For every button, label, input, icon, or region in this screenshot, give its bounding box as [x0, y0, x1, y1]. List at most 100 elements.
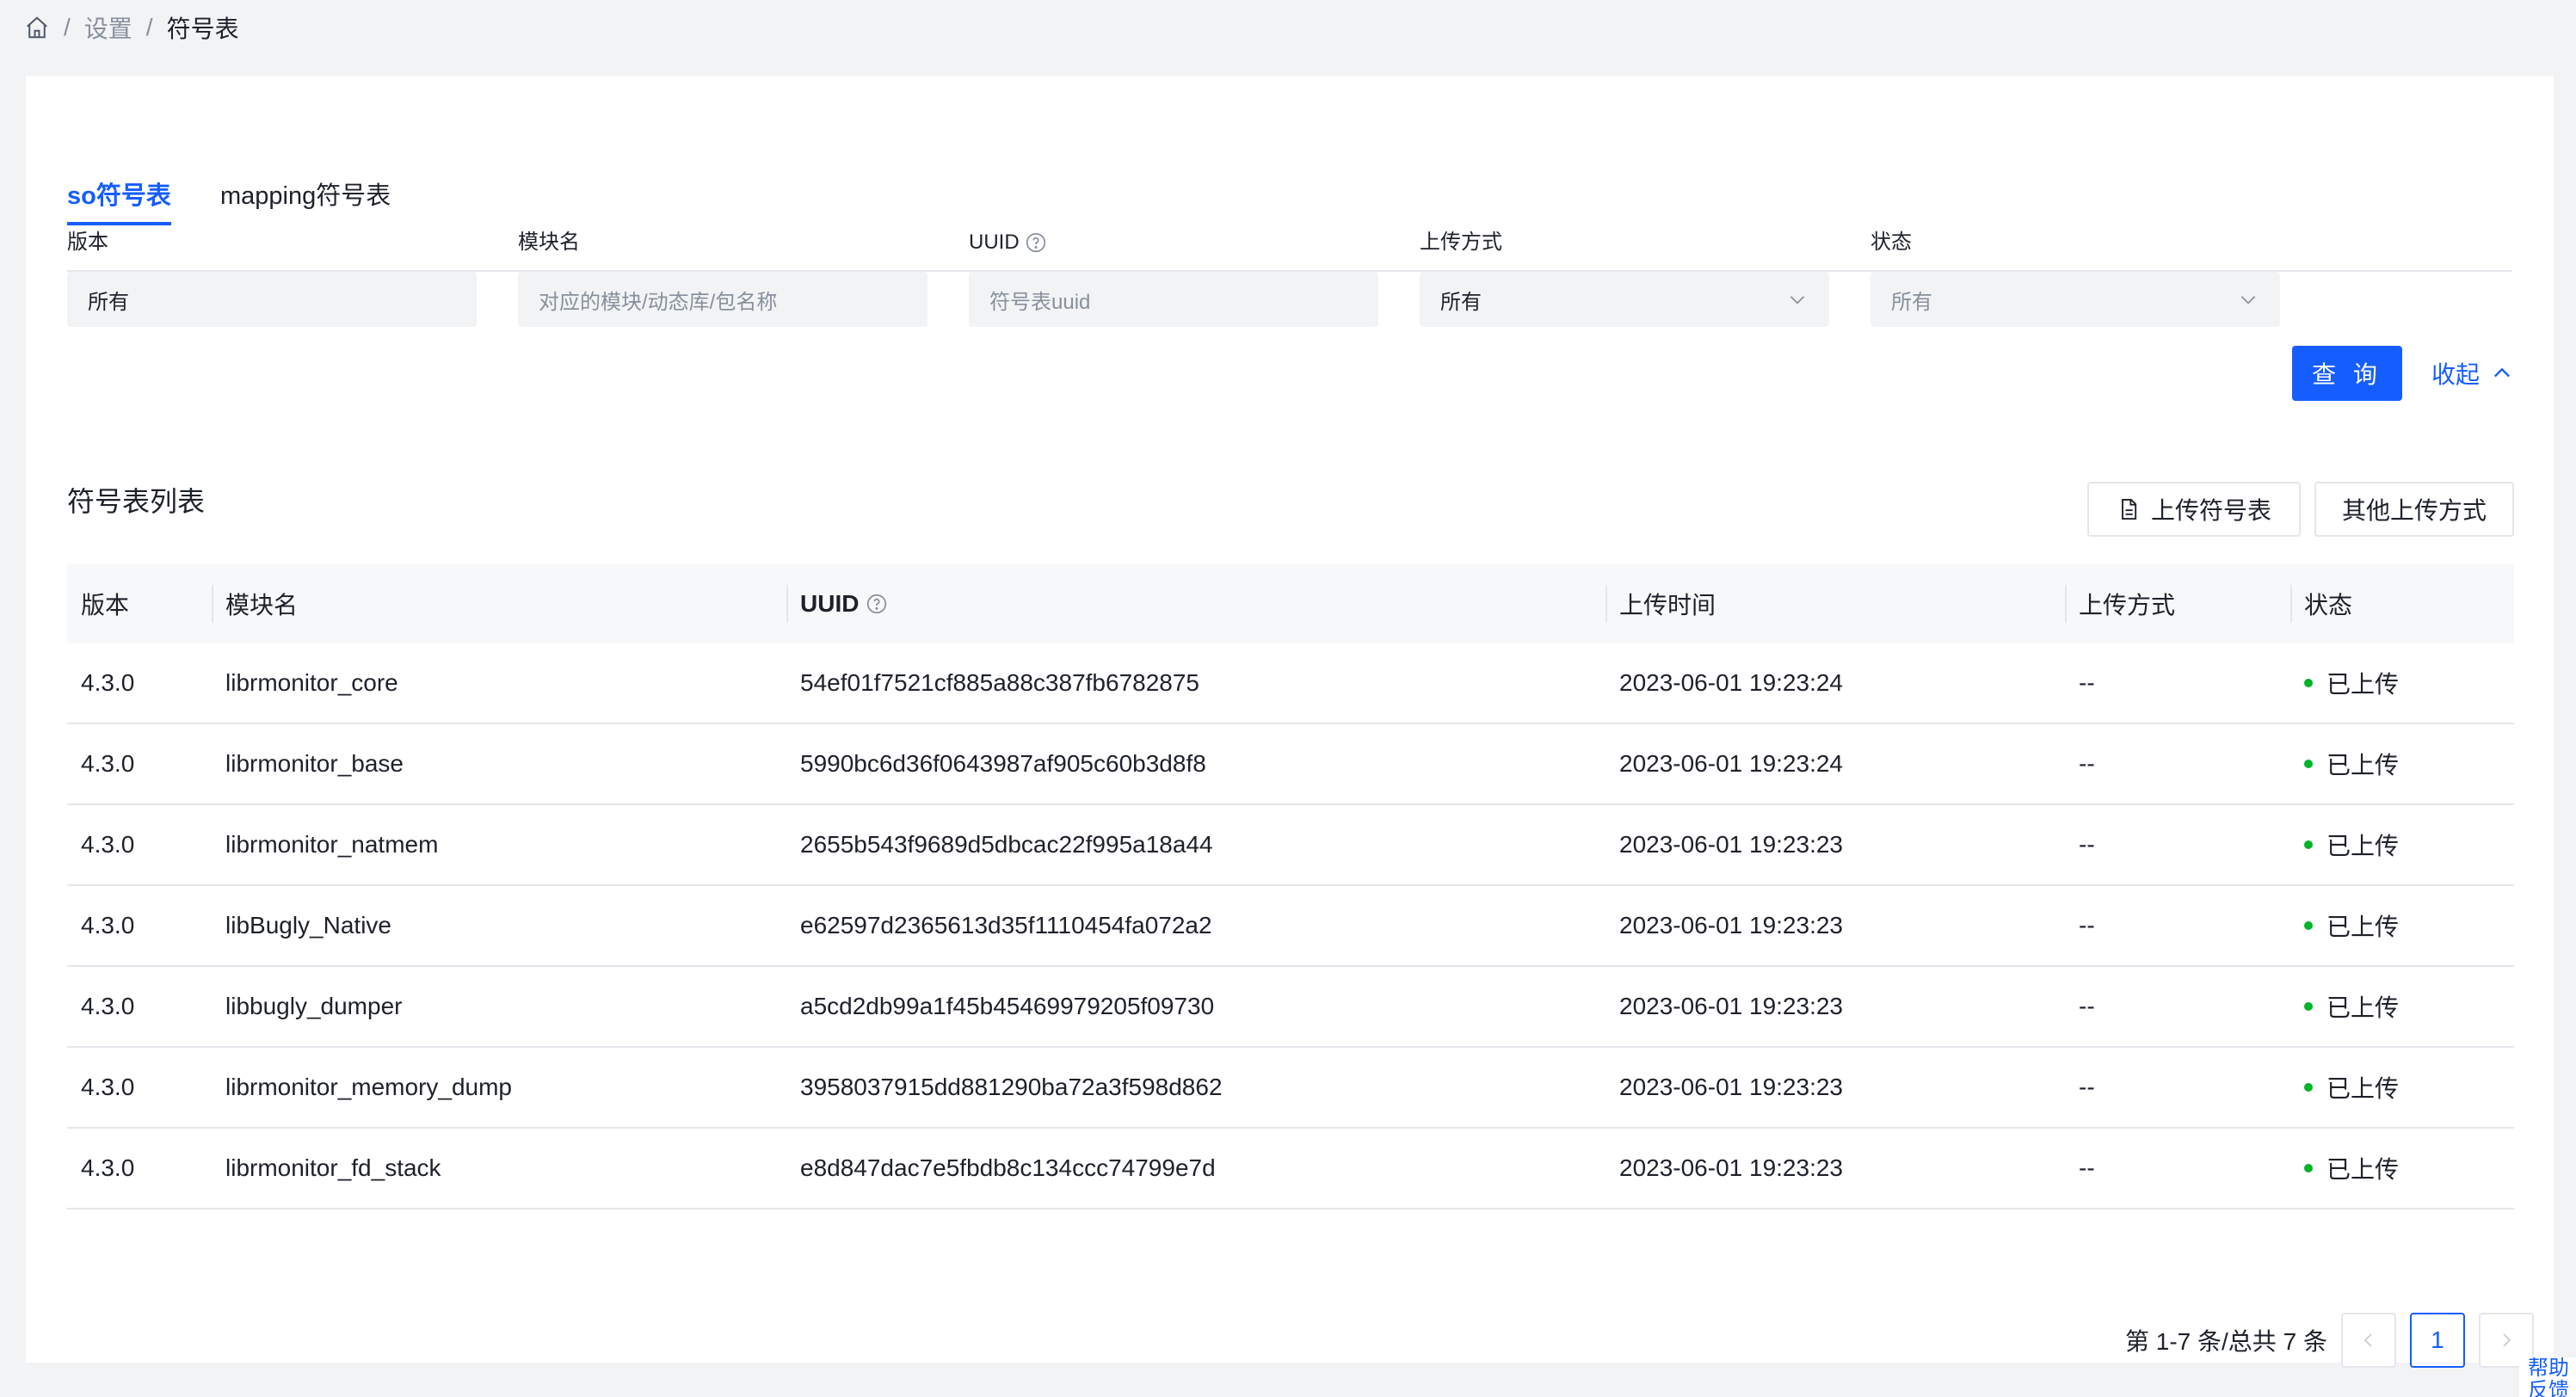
uuid-input-placeholder: 符号表uuid — [989, 290, 1091, 314]
chevron-down-icon — [1786, 288, 1809, 311]
cell-upload-method: -- — [2079, 669, 2095, 696]
cell-status: 已上传 — [2290, 666, 2514, 700]
version-select-value: 所有 — [88, 290, 129, 314]
breadcrumb-current: 符号表 — [166, 15, 239, 42]
cell-upload-time: 2023-06-01 19:23:24 — [1619, 750, 1843, 777]
cell-version: 4.3.0 — [81, 750, 135, 777]
upload-symbols-button-label: 上传符号表 — [2150, 497, 2271, 524]
query-button[interactable]: 查 询 — [2292, 346, 2402, 401]
other-upload-button[interactable]: 其他上传方式 — [2314, 482, 2514, 537]
status-select[interactable]: 所有 — [1870, 272, 2280, 327]
collapse-link-label: 收起 — [2431, 361, 2480, 388]
list-title: 符号表列表 — [67, 486, 206, 517]
home-icon[interactable] — [24, 15, 50, 40]
prev-page-button[interactable] — [2340, 1313, 2396, 1368]
cell-status: 已上传 — [2290, 1070, 2514, 1105]
table-row: 4.3.0 librmonitor_core 54ef01f7521cf885a… — [67, 643, 2514, 724]
cell-upload-method: -- — [2079, 1074, 2095, 1100]
help-feedback-button[interactable]: 帮助反馈 — [2519, 1357, 2576, 1397]
cell-module: libbugly_dumper — [225, 993, 403, 1019]
status-dot — [2304, 1002, 2313, 1011]
filter-uuid-label-text: UUID — [969, 231, 1020, 254]
cell-version: 4.3.0 — [81, 912, 135, 939]
status-dot — [2304, 1164, 2313, 1172]
help-circle-icon[interactable] — [866, 593, 888, 615]
column-header-status: 状态 — [2290, 585, 2514, 623]
column-header-module: 模块名 — [212, 585, 786, 623]
column-header-uuid: UUID — [786, 585, 1605, 623]
cell-status: 已上传 — [2290, 989, 2514, 1024]
cell-uuid: 3958037915dd881290ba72a3f598d862 — [800, 1074, 1223, 1100]
status-dot — [2304, 679, 2313, 687]
tab-so-symbols[interactable]: so符号表 — [67, 179, 171, 225]
page-button-current[interactable]: 1 — [2409, 1313, 2465, 1368]
status-text: 已上传 — [2326, 671, 2400, 698]
filter-module: 模块名 对应的模块/动态库/包名称 — [518, 227, 927, 327]
table-header: 版本 模块名 UUID 上传时间 上传方式 状态 — [67, 564, 2514, 643]
column-header-upload-method: 上传方式 — [2065, 585, 2290, 623]
upload-method-select[interactable]: 所有 — [1420, 272, 1829, 327]
filter-status-label: 状态 — [1870, 231, 1912, 254]
cell-upload-method: -- — [2079, 1154, 2095, 1181]
cell-upload-time: 2023-06-01 19:23:23 — [1619, 1154, 1843, 1181]
status-text: 已上传 — [2326, 994, 2400, 1021]
table-row: 4.3.0 libbugly_dumper a5cd2db99a1f45b454… — [67, 967, 2514, 1048]
cell-status: 已上传 — [2290, 1151, 2514, 1185]
filter-uuid-label: UUID — [969, 227, 1378, 258]
chevron-down-icon — [2237, 288, 2259, 311]
column-header-upload-time: 上传时间 — [1605, 585, 2065, 623]
status-dot — [2304, 840, 2313, 849]
status-dot — [2304, 760, 2313, 768]
cell-upload-time: 2023-06-01 19:23:23 — [1619, 1074, 1843, 1100]
pagination: 第 1-7 条/总共 7 条 1 — [2125, 1313, 2534, 1368]
status-text: 已上传 — [2326, 833, 2400, 859]
chevron-up-icon — [2490, 361, 2514, 385]
cell-version: 4.3.0 — [81, 669, 135, 696]
cell-module: librmonitor_memory_dump — [225, 1074, 513, 1100]
table-row: 4.3.0 librmonitor_base 5990bc6d36f064398… — [67, 724, 2514, 805]
table-row: 4.3.0 librmonitor_fd_stack e8d847dac7e5f… — [67, 1129, 2514, 1209]
cell-upload-time: 2023-06-01 19:23:24 — [1619, 669, 1843, 696]
cell-version: 4.3.0 — [81, 1074, 135, 1100]
upload-method-select-value: 所有 — [1440, 290, 1482, 314]
module-input[interactable]: 对应的模块/动态库/包名称 — [518, 272, 927, 327]
cell-version: 4.3.0 — [81, 993, 135, 1019]
module-input-placeholder: 对应的模块/动态库/包名称 — [539, 290, 778, 314]
collapse-link[interactable]: 收起 — [2431, 346, 2514, 401]
cell-uuid: e62597d2365613d35f1110454fa072a2 — [800, 912, 1212, 939]
filter-upload-method: 上传方式 所有 — [1420, 227, 1829, 327]
status-dot — [2304, 921, 2313, 930]
chevron-left-icon — [2358, 1330, 2379, 1351]
cell-version: 4.3.0 — [81, 1154, 135, 1181]
pagination-info: 第 1-7 条/总共 7 条 — [2125, 1328, 2327, 1355]
column-header-version: 版本 — [81, 592, 130, 618]
version-select[interactable]: 所有 — [67, 272, 477, 327]
cell-module: libBugly_Native — [225, 912, 391, 939]
main-card: so符号表 mapping符号表 版本 所有 模块名 对应的模块/动态库/包名称… — [26, 76, 2554, 1368]
cell-upload-method: -- — [2079, 912, 2095, 939]
filter-uuid: UUID 符号表uuid — [969, 227, 1378, 327]
tab-mapping-symbols[interactable]: mapping符号表 — [220, 179, 391, 222]
cell-upload-method: -- — [2079, 993, 2095, 1019]
breadcrumb-separator: / — [64, 14, 71, 40]
upload-symbols-button[interactable]: 上传符号表 — [2087, 482, 2301, 537]
filter-version-label: 版本 — [67, 231, 108, 254]
breadcrumb-separator: / — [145, 14, 153, 40]
cell-module: librmonitor_core — [225, 669, 398, 696]
status-text: 已上传 — [2326, 752, 2400, 779]
cell-upload-method: -- — [2079, 831, 2095, 858]
table-row: 4.3.0 libBugly_Native e62597d2365613d35f… — [67, 886, 2514, 967]
cell-upload-method: -- — [2079, 750, 2095, 777]
status-dot — [2304, 1083, 2313, 1092]
cell-upload-time: 2023-06-01 19:23:23 — [1619, 912, 1843, 939]
filter-module-label: 模块名 — [518, 231, 580, 254]
status-text: 已上传 — [2326, 914, 2400, 940]
cell-status: 已上传 — [2290, 747, 2514, 781]
status-select-placeholder: 所有 — [1891, 290, 1932, 314]
column-header-uuid-label: UUID — [800, 590, 860, 617]
breadcrumb-settings[interactable]: 设置 — [84, 10, 132, 45]
uuid-input[interactable]: 符号表uuid — [969, 272, 1378, 327]
help-circle-icon[interactable] — [1025, 231, 1047, 254]
filter-version: 版本 所有 — [67, 227, 477, 327]
breadcrumb: / 设置 / 符号表 — [24, 10, 239, 45]
